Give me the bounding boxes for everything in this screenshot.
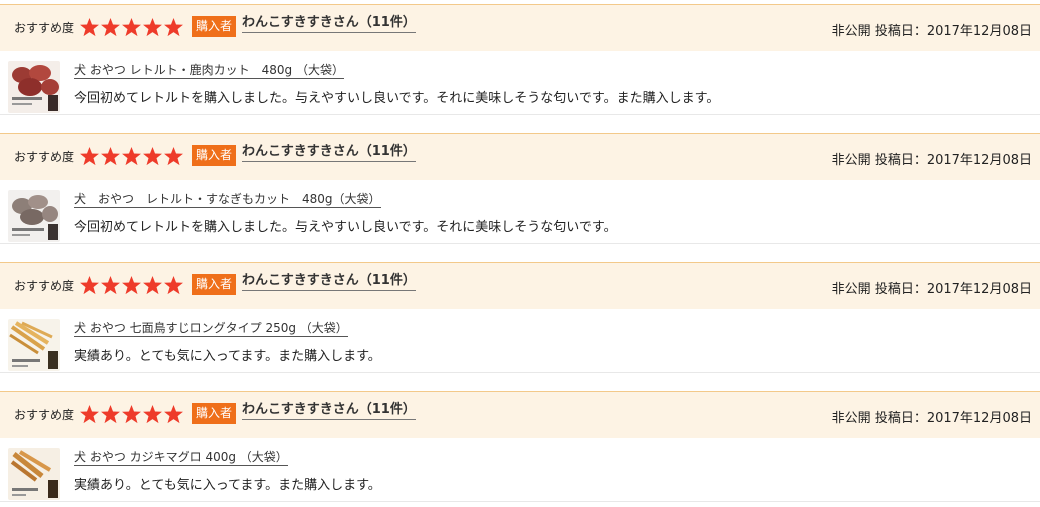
review-body: 犬 おやつ カジキマグロ 400g （大袋） 実績あり。とても気に入ってます。ま…: [0, 438, 1040, 502]
review-header: おすすめ度 購入者 わんこすきすきさん（11件） 非公開 投稿日：2017年12…: [0, 133, 1040, 180]
star-icon: [100, 404, 121, 425]
star-icon: [100, 17, 121, 38]
buyer-badge: 購入者: [192, 403, 237, 424]
star-icon: [79, 146, 100, 167]
rating-label: おすすめ度: [14, 150, 75, 164]
review-body: 犬 おやつ レトルト・鹿肉カット 480g （大袋） 今回初めてレトルトを購入し…: [0, 51, 1040, 115]
review-body: 犬 おやつ 七面鳥すじロングタイプ 250g （大袋） 実績あり。とても気に入っ…: [0, 309, 1040, 373]
review-comment: 今回初めてレトルトを購入しました。与えやすいし良いです。それに美味しそうな匂いで…: [74, 220, 617, 235]
star-icon: [142, 404, 163, 425]
buyer-badge: 購入者: [192, 145, 237, 166]
post-date: 投稿日：2017年12月08日: [874, 282, 1032, 297]
post-date: 投稿日：2017年12月08日: [874, 153, 1032, 168]
review-body: 犬 おやつ レトルト・すなぎもカット 480g（大袋） 今回初めてレトルトを購入…: [0, 180, 1040, 244]
turkey-tendon-thumbnail[interactable]: [8, 319, 60, 371]
star-rating: [79, 404, 184, 426]
star-icon: [100, 275, 121, 296]
star-icon: [142, 275, 163, 296]
star-icon: [142, 17, 163, 38]
rating-label: おすすめ度: [14, 21, 75, 35]
buyer-badge: 購入者: [192, 274, 237, 295]
star-icon: [121, 275, 142, 296]
rating-label: おすすめ度: [14, 408, 75, 422]
product-link[interactable]: 犬 おやつ カジキマグロ 400g （大袋）: [74, 448, 288, 466]
star-icon: [79, 404, 100, 425]
star-icon: [142, 146, 163, 167]
star-rating: [79, 17, 184, 39]
star-icon: [121, 404, 142, 425]
review-meta: 非公開 投稿日：2017年12月08日: [832, 149, 1032, 168]
visibility-status: 非公開: [831, 411, 871, 426]
reviewer-link[interactable]: わんこすきすきさん（11件）: [242, 269, 416, 291]
review-meta: 非公開 投稿日：2017年12月08日: [832, 278, 1032, 297]
reviewer-link[interactable]: わんこすきすきさん（11件）: [242, 398, 416, 420]
review-header: おすすめ度 購入者 わんこすきすきさん（11件） 非公開 投稿日：2017年12…: [0, 4, 1040, 51]
review-header: おすすめ度 購入者 わんこすきすきさん（11件） 非公開 投稿日：2017年12…: [0, 262, 1040, 309]
star-icon: [121, 146, 142, 167]
product-link[interactable]: 犬 おやつ レトルト・すなぎもカット 480g（大袋）: [74, 190, 381, 208]
visibility-status: 非公開: [831, 153, 871, 168]
review-comment: 実績あり。とても気に入ってます。また購入します。: [74, 478, 381, 493]
review-comment: 実績あり。とても気に入ってます。また購入します。: [74, 349, 381, 364]
review-meta: 非公開 投稿日：2017年12月08日: [832, 407, 1032, 426]
visibility-status: 非公開: [831, 282, 871, 297]
review-header: おすすめ度 購入者 わんこすきすきさん（11件） 非公開 投稿日：2017年12…: [0, 391, 1040, 438]
star-icon: [121, 17, 142, 38]
star-icon: [79, 17, 100, 38]
gizzard-thumbnail[interactable]: [8, 190, 60, 242]
star-icon: [163, 17, 184, 38]
product-link[interactable]: 犬 おやつ 七面鳥すじロングタイプ 250g （大袋）: [74, 319, 348, 337]
buyer-badge: 購入者: [192, 16, 237, 37]
review-meta: 非公開 投稿日：2017年12月08日: [832, 20, 1032, 39]
product-link[interactable]: 犬 おやつ レトルト・鹿肉カット 480g （大袋）: [74, 61, 344, 79]
post-date: 投稿日：2017年12月08日: [874, 411, 1032, 426]
star-icon: [100, 146, 121, 167]
venison-jerky-thumbnail[interactable]: [8, 61, 60, 113]
star-rating: [79, 146, 184, 168]
rating-label: おすすめ度: [14, 279, 75, 293]
post-date: 投稿日：2017年12月08日: [874, 24, 1032, 39]
star-icon: [79, 275, 100, 296]
reviewer-link[interactable]: わんこすきすきさん（11件）: [242, 11, 416, 33]
review-comment: 今回初めてレトルトを購入しました。与えやすいし良いです。それに美味しそうな匂いで…: [74, 91, 720, 106]
star-rating: [79, 275, 184, 297]
visibility-status: 非公開: [831, 24, 871, 39]
star-icon: [163, 404, 184, 425]
star-icon: [163, 275, 184, 296]
swordfish-thumbnail[interactable]: [8, 448, 60, 500]
reviewer-link[interactable]: わんこすきすきさん（11件）: [242, 140, 416, 162]
star-icon: [163, 146, 184, 167]
